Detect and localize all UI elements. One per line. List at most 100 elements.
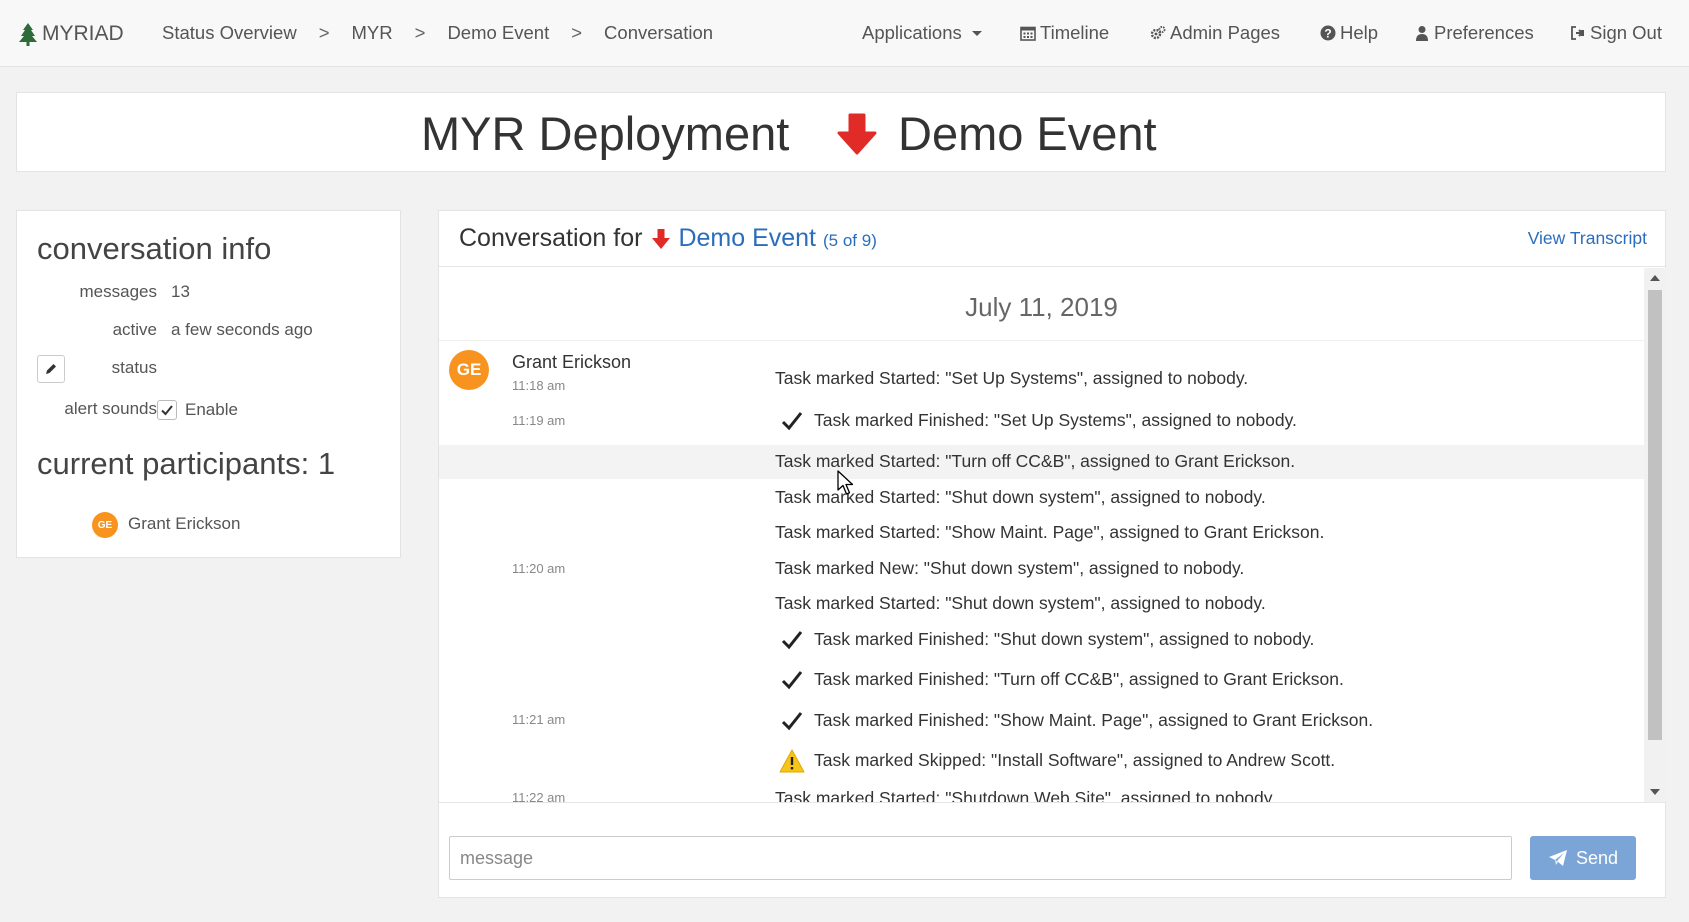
view-transcript-link[interactable]: View Transcript: [1528, 228, 1647, 249]
svg-text:?: ?: [1324, 26, 1331, 40]
preferences-link[interactable]: Preferences: [1414, 22, 1534, 44]
paper-plane-icon: [1548, 850, 1567, 866]
status-label: status: [111, 358, 157, 377]
breadcrumb-demo-event[interactable]: Demo Event: [447, 22, 549, 44]
tree-icon: [19, 23, 37, 46]
brand-label: MYRIAD: [42, 22, 124, 45]
help-label: Help: [1340, 22, 1379, 43]
participant-name: Grant Erickson: [128, 514, 241, 533]
alert-sounds-label: alert sounds: [64, 399, 157, 418]
sign-out-label: Sign Out: [1590, 22, 1662, 43]
message-text: Task marked Finished: "Turn off CC&B", a…: [814, 669, 1344, 689]
breadcrumb-myr[interactable]: MYR: [352, 22, 393, 44]
participants-heading: current participants: 1: [37, 446, 336, 481]
gears-icon: [1150, 26, 1166, 40]
participant-avatar: GE: [92, 512, 118, 538]
message-scrollbar[interactable]: [1644, 268, 1666, 802]
active-label: active: [112, 320, 157, 339]
applications-dropdown[interactable]: Applications: [862, 22, 982, 44]
active-value: a few seconds ago: [171, 320, 313, 339]
message-row: Task marked Finished: "Shut down system"…: [439, 623, 1644, 657]
question-circle-icon: ?: [1320, 25, 1336, 41]
send-button[interactable]: Send: [1530, 836, 1636, 880]
checkmark-icon: [781, 631, 803, 650]
message-row: Task marked Skipped: "Install Software",…: [439, 744, 1644, 778]
message-timestamp: 11:22 am: [512, 790, 566, 802]
author-name: Grant Erickson: [512, 352, 632, 372]
message-text: Task marked Finished: "Set Up Systems", …: [814, 410, 1297, 430]
timeline-link[interactable]: Timeline: [1020, 22, 1109, 44]
scroll-up-arrow-icon[interactable]: [1650, 275, 1660, 281]
breadcrumb-separator: >: [571, 22, 583, 43]
message-text: Task marked Started: "Show Maint. Page",…: [775, 522, 1325, 542]
message-row: Task marked Started: "Turn off CC&B", as…: [439, 445, 1644, 479]
alert-sounds-checkbox[interactable]: [157, 400, 177, 420]
breadcrumb-status-overview[interactable]: Status Overview: [162, 22, 297, 44]
event-title: Demo Event: [898, 107, 1157, 160]
message-row: Task marked New: "Shut down system", ass…: [439, 552, 1644, 586]
pencil-icon: [46, 364, 56, 374]
date-divider: [439, 340, 1644, 341]
message-row: Task marked Started: "Shut down system",…: [439, 587, 1644, 621]
messages-label: messages: [79, 282, 157, 301]
event-title-panel: MYR Deployment Demo Event: [16, 92, 1666, 172]
arrow-down-icon: [652, 228, 671, 249]
help-link[interactable]: ? Help: [1320, 22, 1378, 44]
arrow-down-icon: [837, 113, 877, 155]
scrollbar-thumb[interactable]: [1648, 290, 1662, 740]
timeline-label: Timeline: [1040, 22, 1110, 43]
message-text: Task marked Skipped: "Install Software",…: [814, 750, 1336, 770]
scroll-down-arrow-icon[interactable]: [1650, 789, 1660, 795]
checkmark-icon: [781, 712, 803, 731]
conversation-title: Conversation for Demo Event (5 of 9): [459, 224, 877, 253]
conversation-header: Conversation for Demo Event (5 of 9) Vie…: [439, 211, 1665, 267]
message-timestamp: 11:19 am: [512, 413, 566, 428]
breadcrumb-separator: >: [318, 22, 330, 43]
message-row: Task marked Finished: "Set Up Systems", …: [439, 404, 1644, 438]
alert-enable-label[interactable]: Enable: [185, 400, 238, 420]
calendar-icon: [1020, 26, 1036, 41]
message-text: Task marked Started: "Shutdown Web Site"…: [775, 788, 1277, 802]
brand[interactable]: MYRIAD: [18, 22, 124, 46]
checkmark-icon: [161, 405, 173, 416]
date-header: July 11, 2019: [965, 292, 1118, 322]
conversation-count: (5 of 9): [823, 231, 877, 250]
message-list: July 11, 2019 Task marked Started: "Set …: [439, 268, 1644, 802]
conversation-info-panel: conversation info messages 13 active a f…: [16, 210, 401, 558]
message-timestamp: 11:20 am: [512, 561, 566, 576]
admin-pages-label: Admin Pages: [1170, 22, 1281, 43]
preferences-label: Preferences: [1434, 22, 1534, 43]
breadcrumb-conversation[interactable]: Conversation: [604, 22, 713, 44]
message-timestamp: 11:18 am: [512, 378, 566, 393]
sign-out-icon: [1571, 26, 1584, 40]
event-link[interactable]: Demo Event: [678, 224, 816, 253]
admin-pages-link[interactable]: Admin Pages: [1150, 22, 1280, 44]
send-label: Send: [1575, 847, 1619, 868]
message-timestamp: 11:21 am: [512, 712, 566, 727]
checkmark-icon: [781, 412, 803, 431]
conversation-info-heading: conversation info: [37, 231, 272, 266]
sign-out-link[interactable]: Sign Out: [1570, 22, 1662, 44]
edit-status-button[interactable]: [37, 355, 65, 383]
message-input[interactable]: [449, 836, 1512, 880]
deployment-title: MYR Deployment: [421, 107, 790, 160]
conversation-panel: Conversation for Demo Event (5 of 9) Vie…: [438, 210, 1666, 898]
author-avatar: GE: [449, 350, 489, 390]
message-text: Task marked Started: "Turn off CC&B", as…: [775, 451, 1296, 471]
message-composer: Send: [439, 802, 1665, 899]
message-row: Task marked Started: "Shut down system",…: [439, 481, 1644, 515]
warning-icon: [779, 749, 805, 773]
caret-down-icon: [971, 30, 982, 36]
message-text: Task marked New: "Shut down system", ass…: [775, 558, 1245, 578]
message-text: Task marked Started: "Shut down system",…: [775, 593, 1266, 613]
applications-label: Applications: [862, 22, 962, 43]
top-navbar: MYRIAD Status Overview > MYR > Demo Even…: [0, 0, 1689, 67]
message-row: Task marked Started: "Show Maint. Page",…: [439, 516, 1644, 550]
message-row: Task marked Finished: "Show Maint. Page"…: [439, 704, 1644, 738]
message-text: Task marked Finished: "Shut down system"…: [814, 629, 1315, 649]
checkmark-icon: [781, 671, 803, 690]
breadcrumb: Status Overview > MYR > Demo Event > Con…: [162, 22, 713, 44]
mouse-cursor-icon: [837, 470, 854, 495]
user-icon: [1416, 26, 1428, 41]
message-row: Task marked Finished: "Turn off CC&B", a…: [439, 663, 1644, 697]
